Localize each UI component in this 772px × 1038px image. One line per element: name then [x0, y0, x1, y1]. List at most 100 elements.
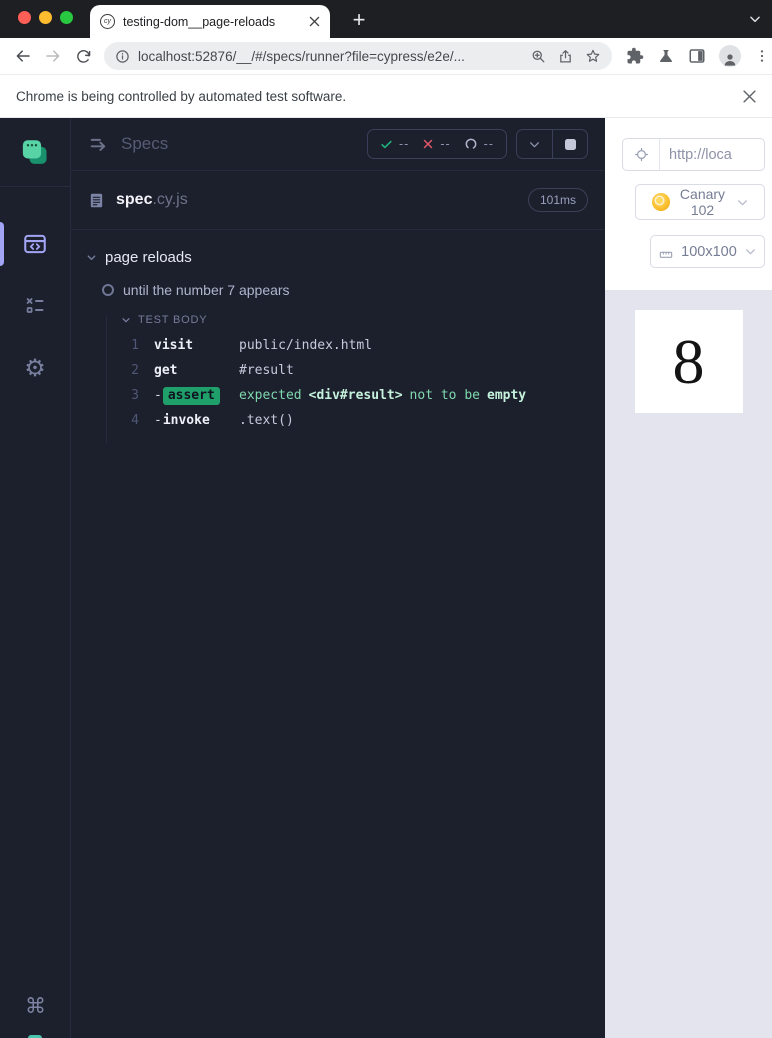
- test-body-label: TEST BODY: [138, 314, 208, 326]
- window-controls[interactable]: [18, 11, 73, 24]
- command-log: 1 visit public/index.html 2 get #result …: [71, 333, 605, 433]
- aut-viewport-frame[interactable]: 8: [634, 310, 743, 413]
- runs-list-icon: [23, 294, 47, 318]
- minimize-window-button[interactable]: [39, 11, 52, 24]
- extensions-icon[interactable]: [626, 47, 644, 65]
- crosshair-icon: [634, 147, 648, 162]
- specs-browser-code-icon: [22, 231, 48, 257]
- command-number: 3: [131, 388, 139, 403]
- viewport-select[interactable]: 100x100: [650, 235, 765, 268]
- sidebar-divider: [0, 186, 71, 187]
- url-text[interactable]: localhost:52876/__/#/specs/runner?file=c…: [138, 49, 531, 64]
- tab-title: testing-dom__page-reloads: [123, 14, 276, 29]
- browser-titlebar: cy testing-dom__page-reloads +: [0, 0, 772, 38]
- spec-name: spec.cy.js: [116, 191, 188, 208]
- address-bar[interactable]: localhost:52876/__/#/specs/runner?file=c…: [104, 42, 612, 70]
- assert-badge: assert: [162, 386, 220, 405]
- aut-url-bar[interactable]: http://loca: [622, 138, 765, 171]
- site-info-icon[interactable]: [115, 49, 130, 64]
- viewport-label: 100x100: [681, 243, 737, 260]
- bookmark-star-icon[interactable]: [585, 48, 601, 64]
- browser-tab[interactable]: cy testing-dom__page-reloads: [90, 5, 330, 38]
- command-name: invoke: [162, 413, 210, 428]
- command-dash: -: [154, 413, 162, 428]
- reporter-panel: Specs -- -- -- spec.cy.js 101ms page rel…: [71, 118, 605, 1038]
- zoom-icon[interactable]: [531, 49, 546, 64]
- testing-preferences-chevron[interactable]: [517, 130, 552, 158]
- reporter-title: Specs: [121, 134, 169, 153]
- spec-duration-badge: 101ms: [527, 188, 588, 212]
- command-message: public/index.html: [239, 338, 373, 353]
- test-state-icon: [102, 284, 114, 296]
- sidebar-item-settings[interactable]: ⚙: [0, 337, 71, 399]
- command-name: visit: [154, 338, 194, 353]
- suite-row[interactable]: page reloads: [71, 249, 605, 266]
- command-message: #result: [239, 363, 294, 378]
- browser-label: Canary 102: [679, 185, 726, 218]
- stat-pending: --: [464, 137, 494, 151]
- aut-url-text[interactable]: http://loca: [660, 147, 732, 163]
- chevron-down-icon: [745, 249, 755, 255]
- cypress-logo-icon[interactable]: [16, 134, 54, 172]
- maximize-window-button[interactable]: [60, 11, 73, 24]
- aut-panel: http://loca Canary 102 100x100 8: [605, 118, 772, 1038]
- stat-failed: --: [422, 137, 450, 151]
- chrome-labs-flask-icon[interactable]: [657, 47, 675, 65]
- command-row-invoke[interactable]: 4 - invoke .text(): [71, 408, 605, 433]
- test-stats: -- -- --: [367, 129, 507, 159]
- browser-select[interactable]: Canary 102: [635, 184, 765, 220]
- ruler-icon: [659, 251, 673, 258]
- reload-button[interactable]: [68, 41, 98, 71]
- share-icon[interactable]: [558, 49, 573, 64]
- test-body-section[interactable]: TEST BODY: [71, 314, 605, 326]
- settings-gear-icon: ⚙: [24, 354, 46, 382]
- pending-circle-icon: [465, 138, 477, 150]
- suite-title: page reloads: [105, 249, 192, 266]
- cypress-app: ⚙ ⌘ Specs -- -- -- spec.cy.js 101ms page…: [0, 118, 772, 1038]
- spec-file-icon: [88, 192, 105, 209]
- back-button[interactable]: [8, 41, 38, 71]
- cypress-favicon-icon: cy: [100, 14, 115, 29]
- profile-avatar[interactable]: [719, 45, 741, 67]
- command-message: .text(): [239, 413, 294, 428]
- tab-search-chevron-icon[interactable]: [748, 12, 762, 26]
- new-tab-button[interactable]: +: [344, 6, 374, 34]
- side-panel-icon[interactable]: [688, 47, 706, 65]
- chevron-down-icon: [122, 318, 130, 323]
- x-icon: [424, 139, 433, 149]
- test-title: until the number 7 appears: [123, 282, 290, 298]
- aut-controls: http://loca Canary 102 100x100: [605, 118, 772, 290]
- infobar-text: Chrome is being controlled by automated …: [16, 88, 347, 104]
- collapse-specs-list-icon[interactable]: [88, 133, 110, 155]
- forward-button[interactable]: [38, 41, 68, 71]
- infobar-close-icon[interactable]: [743, 89, 756, 103]
- command-row-get[interactable]: 2 get #result: [71, 358, 605, 383]
- test-row[interactable]: until the number 7 appears: [71, 282, 605, 298]
- sidebar-item-specs[interactable]: [0, 213, 71, 275]
- command-number: 4: [131, 413, 139, 428]
- sidebar-item-runs[interactable]: [0, 275, 71, 337]
- cypress-sidebar: ⚙ ⌘: [0, 118, 71, 1038]
- browser-toolbar: localhost:52876/__/#/specs/runner?file=c…: [0, 38, 772, 75]
- spec-file-row[interactable]: spec.cy.js 101ms: [71, 171, 605, 230]
- keyboard-shortcuts-button[interactable]: ⌘: [0, 994, 71, 1018]
- stat-passed: --: [380, 137, 409, 151]
- command-message: expected <div#result> not to be empty: [239, 388, 527, 403]
- tab-close-icon[interactable]: [309, 16, 320, 27]
- command-dash: -: [154, 388, 162, 403]
- selector-playground-button[interactable]: [623, 139, 660, 170]
- run-controls: [516, 129, 588, 159]
- check-icon: [381, 140, 392, 148]
- command-row-assert[interactable]: 3 - assert expected <div#result> not to be…: [71, 383, 605, 408]
- chevron-down-icon: [87, 255, 96, 261]
- menu-dots-icon[interactable]: [754, 48, 770, 64]
- chevron-down-icon: [737, 199, 747, 205]
- reporter-header: Specs -- -- --: [71, 118, 605, 171]
- close-window-button[interactable]: [18, 11, 31, 24]
- aut-result-number: 8: [672, 325, 705, 397]
- automation-infobar: Chrome is being controlled by automated …: [0, 75, 772, 118]
- stop-button[interactable]: [552, 130, 587, 158]
- command-name: get: [154, 363, 178, 378]
- command-row-visit[interactable]: 1 visit public/index.html: [71, 333, 605, 358]
- aut-stage: 8: [605, 290, 772, 1038]
